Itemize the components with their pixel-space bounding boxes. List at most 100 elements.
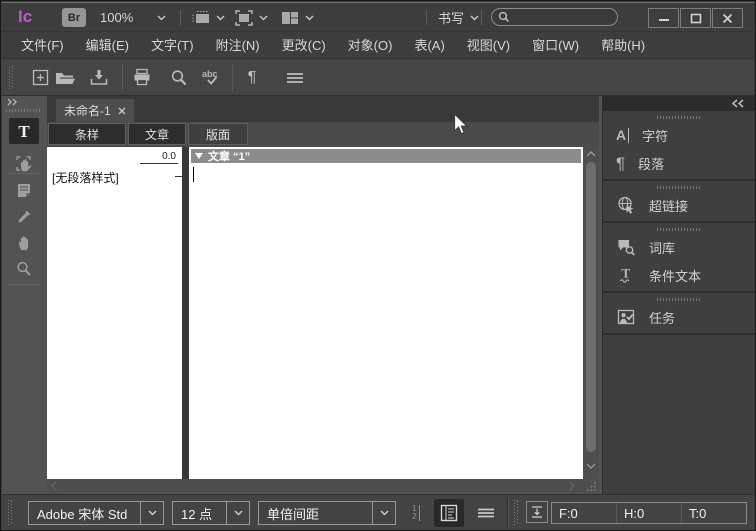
search-input[interactable] (514, 10, 611, 24)
chevron-left-icon (51, 481, 57, 491)
horizontal-scrollbar[interactable] (47, 479, 599, 493)
panel-paragraph-label: 段落 (638, 156, 665, 172)
menu-view[interactable]: 视图(V) (456, 32, 521, 59)
leading-value: 单倍间距 (267, 506, 320, 522)
panel-character[interactable]: A 字符 (603, 121, 755, 149)
open-document-button[interactable] (53, 66, 77, 89)
info-column-toggle[interactable] (434, 499, 464, 527)
galley-column-divider[interactable] (182, 147, 189, 479)
close-button[interactable] (712, 8, 743, 28)
eyedropper-tool[interactable] (9, 204, 39, 230)
find-button[interactable] (167, 66, 191, 89)
resize-grip-icon[interactable] (586, 481, 597, 492)
save-button[interactable] (87, 66, 111, 89)
note-tool-icon (18, 184, 30, 197)
toolbar-drag-handle[interactable] (9, 66, 14, 89)
screen-mode-dropdown[interactable] (234, 7, 268, 28)
menu-edit[interactable]: 编辑(E) (75, 32, 140, 59)
line-numbers-toggle[interactable]: 1 2 (404, 503, 428, 523)
scroll-up-button[interactable] (583, 149, 599, 159)
font-size-dropdown[interactable]: 12 点 (172, 501, 250, 525)
scroll-left-button[interactable] (49, 479, 59, 493)
print-icon (134, 68, 150, 86)
story-text-area[interactable]: 文章 “1” (189, 147, 583, 479)
dock-header (603, 96, 755, 111)
dropdown-arrow[interactable] (226, 502, 249, 524)
show-hidden-characters-button[interactable]: ¶ (240, 66, 264, 89)
dropdown-arrow[interactable] (372, 502, 395, 524)
panel-group-hyperlinks: 超链接 (603, 181, 755, 223)
panel-group-drag-handle[interactable] (657, 116, 701, 119)
type-tool[interactable]: T (9, 118, 39, 144)
font-family-dropdown[interactable]: Adobe 宋体 Std (28, 501, 164, 525)
new-document-button[interactable] (28, 66, 52, 89)
story-header-bar[interactable]: 文章 “1” (191, 149, 581, 163)
menu-window[interactable]: 窗口(W) (521, 32, 590, 59)
panel-group-text: A 字符 ¶ 段落 (603, 111, 755, 181)
panel-hyperlinks[interactable]: 超链接 (603, 191, 755, 219)
arrange-documents-dropdown[interactable] (280, 7, 314, 28)
note-tool[interactable] (9, 178, 39, 204)
galley-menu-button[interactable] (474, 503, 498, 523)
panel-assignments[interactable]: 任务 (603, 303, 755, 331)
panel-group-drag-handle[interactable] (657, 228, 701, 231)
panel-group-drag-handle[interactable] (657, 298, 701, 301)
workspace-switcher[interactable]: 书写 (438, 8, 479, 27)
menu-table[interactable]: 表(A) (403, 32, 455, 59)
thesaurus-icon (618, 240, 635, 256)
character-icon: A (616, 127, 630, 143)
vertical-scrollbar[interactable] (583, 147, 599, 479)
scroll-down-button[interactable] (583, 461, 599, 471)
tab-layout-view[interactable]: 版面 (188, 123, 248, 145)
document-tab-bar: 未命名-1 (47, 96, 599, 122)
view-tab-bar: 条样 文章 版面 (47, 122, 599, 147)
zoom-tool[interactable] (9, 256, 39, 282)
menu-file[interactable]: 文件(F) (10, 32, 75, 59)
tab-galley-label: 条样 (74, 127, 99, 142)
chevron-down-icon (380, 510, 388, 516)
screen-mode-icon (235, 9, 253, 26)
tab-story-view[interactable]: 文章 (128, 123, 186, 145)
leading-dropdown[interactable]: 单倍间距 (258, 501, 396, 525)
copyfit-drag-handle[interactable] (514, 500, 519, 525)
spellcheck-button[interactable]: abc (200, 66, 224, 89)
menu-type[interactable]: 文字(T) (140, 32, 205, 59)
menu-help[interactable]: 帮助(H) (590, 32, 656, 59)
font-family-value: Adobe 宋体 Std (37, 506, 128, 522)
toolbar-menu-button[interactable] (283, 66, 307, 89)
right-panel-dock: A 字符 ¶ 段落 超链接 词库 T 条件文本 任务 (602, 96, 755, 494)
panel-paragraph[interactable]: ¶ 段落 (603, 149, 755, 177)
panel-thesaurus[interactable]: 词库 (603, 233, 755, 261)
scroll-right-button[interactable] (567, 479, 577, 493)
zoom-level-dropdown[interactable]: 100% (100, 8, 166, 27)
menu-notes[interactable]: 附注(N) (205, 32, 271, 59)
menu-object[interactable]: 对象(O) (337, 32, 404, 59)
depth-ruler-value: 0.0 (140, 151, 178, 164)
collapse-triangle-icon[interactable] (195, 153, 203, 159)
panel-group-drag-handle[interactable] (657, 186, 701, 189)
print-button[interactable] (130, 66, 154, 89)
chevron-down-icon (216, 15, 225, 20)
search-box[interactable] (491, 8, 618, 26)
tools-panel-drag-handle[interactable] (6, 109, 42, 112)
tab-galley-view[interactable]: 条样 (48, 123, 126, 145)
expand-panel-icon[interactable] (7, 98, 20, 106)
panel-group-language: 词库 T 条件文本 (603, 223, 755, 293)
menu-changes[interactable]: 更改(C) (271, 32, 337, 59)
bridge-button[interactable]: Br (62, 8, 86, 27)
collapse-panels-icon[interactable] (731, 99, 745, 108)
maximize-button[interactable] (680, 8, 711, 28)
chevron-up-icon (586, 151, 596, 157)
view-options-dropdown[interactable] (190, 7, 225, 28)
panel-conditional-text[interactable]: T 条件文本 (603, 261, 755, 289)
document-tab-title: 未命名-1 (64, 104, 111, 118)
minimize-button[interactable] (648, 8, 679, 28)
close-tab-icon[interactable] (118, 107, 126, 115)
tools-separator (8, 173, 40, 174)
document-tab[interactable]: 未命名-1 (56, 99, 134, 122)
vertical-scrollbar-thumb[interactable] (586, 162, 596, 452)
bottom-bar-drag-handle[interactable] (8, 500, 13, 525)
dropdown-arrow[interactable] (140, 502, 163, 524)
copyfit-info-button[interactable] (526, 501, 548, 523)
hand-tool[interactable] (9, 230, 39, 256)
